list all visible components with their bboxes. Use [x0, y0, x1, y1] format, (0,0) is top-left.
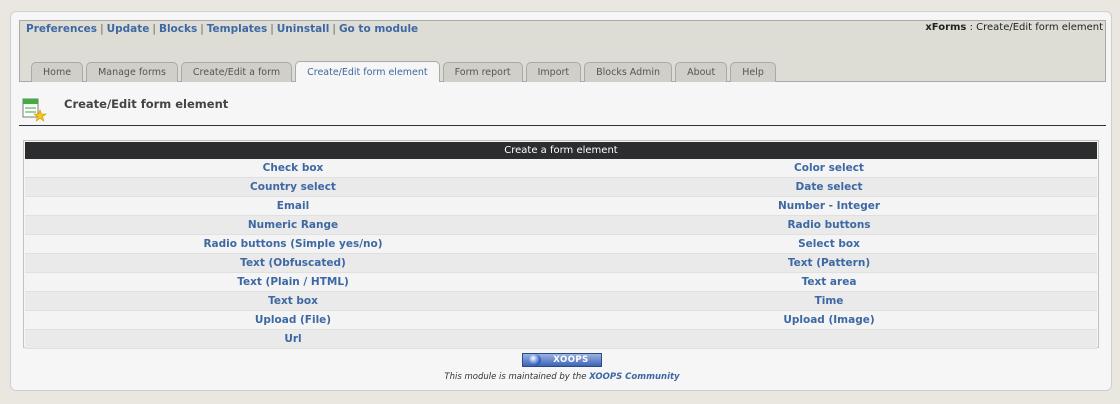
badge-label: XOOPS	[553, 355, 589, 365]
community-link[interactable]: XOOPS Community	[589, 372, 679, 382]
nav-link-templates[interactable]: Templates	[207, 23, 267, 35]
admin-tabs: Home Manage forms Create/Edit a form Create…	[31, 61, 779, 82]
nav-link-blocks[interactable]: Blocks	[159, 23, 197, 35]
table-row: Url	[25, 330, 1097, 349]
table-row: Upload (File) Upload (Image)	[25, 311, 1097, 330]
maintainer-note: This module is maintained by the XOOPS C…	[11, 372, 1113, 382]
empty-cell	[561, 330, 1097, 349]
element-type-table: Create a form element Check box Color sel…	[23, 140, 1099, 349]
tab-form-report[interactable]: Form report	[442, 62, 523, 82]
globe-icon	[529, 354, 541, 366]
table-row: Text (Obfuscated) Text (Pattern)	[25, 254, 1097, 273]
page-title: Create/Edit form element	[64, 97, 229, 111]
element-type-link[interactable]: Text area	[561, 273, 1097, 292]
module-header: Preferences | Update | Blocks | Templates | Unin…	[19, 20, 1106, 82]
page-title-row: Create/Edit form element	[21, 97, 1106, 125]
element-type-link[interactable]: Check box	[25, 159, 561, 178]
nav-link-preferences[interactable]: Preferences	[26, 23, 97, 35]
tab-about[interactable]: About	[675, 62, 728, 82]
maintainer-prefix: This module is maintained by the	[444, 372, 590, 382]
title-divider	[19, 125, 1106, 126]
table-row: Check box Color select	[25, 159, 1097, 178]
nav-link-uninstall[interactable]: Uninstall	[277, 23, 330, 35]
element-type-link[interactable]: Radio buttons	[561, 216, 1097, 235]
nav-separator: |	[100, 23, 104, 35]
element-type-link[interactable]: Url	[25, 330, 561, 349]
element-type-link[interactable]: Numeric Range	[25, 216, 561, 235]
element-type-link[interactable]: Text box	[25, 292, 561, 311]
tab-manage-forms[interactable]: Manage forms	[86, 62, 178, 82]
module-admin-nav: Preferences | Update | Blocks | Templates | Unin…	[26, 23, 418, 35]
tab-blocks-admin[interactable]: Blocks Admin	[584, 62, 673, 82]
element-type-link[interactable]: Select box	[561, 235, 1097, 254]
breadcrumb: xForms : Create/Edit form element	[925, 22, 1103, 33]
nav-separator: |	[152, 23, 156, 35]
element-type-link[interactable]: Upload (File)	[25, 311, 561, 330]
tab-help[interactable]: Help	[730, 62, 776, 82]
footer: XOOPS This module is maintained by the X…	[11, 353, 1113, 382]
form-element-add-icon	[21, 97, 47, 123]
nav-separator: |	[200, 23, 204, 35]
tab-create-edit-form-element[interactable]: Create/Edit form element	[295, 61, 440, 82]
element-type-link[interactable]: Radio buttons (Simple yes/no)	[25, 235, 561, 254]
table-body: Check box Color select Country select Date …	[24, 159, 1098, 349]
breadcrumb-separator: :	[966, 22, 977, 33]
table-row: Numeric Range Radio buttons	[25, 216, 1097, 235]
element-type-link[interactable]: Upload (Image)	[561, 311, 1097, 330]
breadcrumb-module: xForms	[925, 22, 967, 33]
breadcrumb-page: Create/Edit form element	[976, 22, 1103, 33]
tab-home[interactable]: Home	[31, 62, 84, 82]
table-row: Text box Time	[25, 292, 1097, 311]
table-header: Create a form element	[25, 142, 1097, 159]
element-type-link[interactable]: Time	[561, 292, 1097, 311]
table-row: Text (Plain / HTML) Text area	[25, 273, 1097, 292]
nav-separator: |	[332, 23, 336, 35]
element-type-link[interactable]: Text (Obfuscated)	[25, 254, 561, 273]
admin-panel: Preferences | Update | Blocks | Templates | Unin…	[10, 11, 1112, 391]
element-type-link[interactable]: Text (Pattern)	[561, 254, 1097, 273]
element-type-link[interactable]: Email	[25, 197, 561, 216]
table-row: Country select Date select	[25, 178, 1097, 197]
element-type-link[interactable]: Text (Plain / HTML)	[25, 273, 561, 292]
table-row: Radio buttons (Simple yes/no) Select box	[25, 235, 1097, 254]
tab-create-edit-a-form[interactable]: Create/Edit a form	[180, 62, 293, 82]
nav-link-update[interactable]: Update	[107, 23, 150, 35]
table-row: Email Number - Integer	[25, 197, 1097, 216]
xoops-badge[interactable]: XOOPS	[522, 353, 602, 367]
nav-separator: |	[270, 23, 274, 35]
element-type-link[interactable]: Date select	[561, 178, 1097, 197]
tab-import[interactable]: Import	[525, 62, 582, 82]
element-type-link[interactable]: Color select	[561, 159, 1097, 178]
nav-link-go-to-module[interactable]: Go to module	[339, 23, 418, 35]
element-type-link[interactable]: Country select	[25, 178, 561, 197]
element-type-link[interactable]: Number - Integer	[561, 197, 1097, 216]
